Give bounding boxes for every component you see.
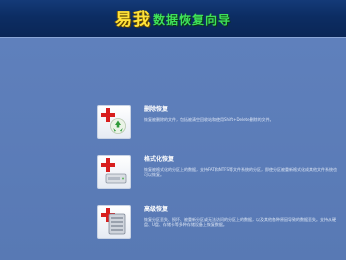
brand-name: 易我: [114, 9, 151, 30]
recycle-bin-icon[interactable]: [97, 105, 131, 139]
drive-icon: [105, 173, 127, 184]
hard-disk-icon: [108, 213, 126, 235]
recycle-icon: [110, 118, 126, 134]
option-title[interactable]: 高级恢复: [144, 205, 337, 214]
recovery-wizard-window: 易我 数据恢复向导 删除恢复 恢复被删除的文件，包括被清空回收站和使用Shift+…: [0, 0, 346, 260]
option-delete-recovery[interactable]: 删除恢复 恢复被删除的文件，包括被清空回收站和使用Shift+Delete删除的…: [97, 105, 337, 141]
option-text: 删除恢复 恢复被删除的文件，包括被清空回收站和使用Shift+Delete删除的…: [144, 105, 337, 122]
app-title: 易我 数据恢复向导: [0, 9, 346, 30]
option-description: 恢复被删除的文件，包括被清空回收站和使用Shift+Delete删除的文件。: [144, 117, 274, 122]
option-text: 高级恢复 恢复分区丢失、损坏、被重新分区或无法访问的分区上的数据，以及其他各种原…: [144, 205, 337, 227]
app-subtitle: 数据恢复向导: [152, 12, 231, 27]
option-description: 恢复分区丢失、损坏、被重新分区或无法访问的分区上的数据，以及其他各种原因导致的数…: [144, 217, 336, 227]
option-text: 格式化恢复 恢复被格式化的分区上的数据，支持FAT和NTFS等文件系统的分区，即…: [144, 155, 337, 177]
options-panel: 删除恢复 恢复被删除的文件，包括被清空回收站和使用Shift+Delete删除的…: [0, 38, 346, 260]
header-banner: 易我 数据恢复向导: [0, 0, 346, 38]
plus-icon: [101, 158, 115, 172]
option-advanced-recovery[interactable]: 高级恢复 恢复分区丢失、损坏、被重新分区或无法访问的分区上的数据，以及其他各种原…: [97, 205, 337, 241]
option-description: 恢复被格式化的分区上的数据，支持FAT和NTFS等文件系统的分区，即使分区被重新…: [144, 167, 338, 177]
drive-icon[interactable]: [97, 155, 131, 189]
hard-disk-icon[interactable]: [97, 205, 131, 239]
option-format-recovery[interactable]: 格式化恢复 恢复被格式化的分区上的数据，支持FAT和NTFS等文件系统的分区，即…: [97, 155, 337, 191]
option-title[interactable]: 格式化恢复: [144, 155, 337, 164]
option-title[interactable]: 删除恢复: [144, 105, 337, 114]
